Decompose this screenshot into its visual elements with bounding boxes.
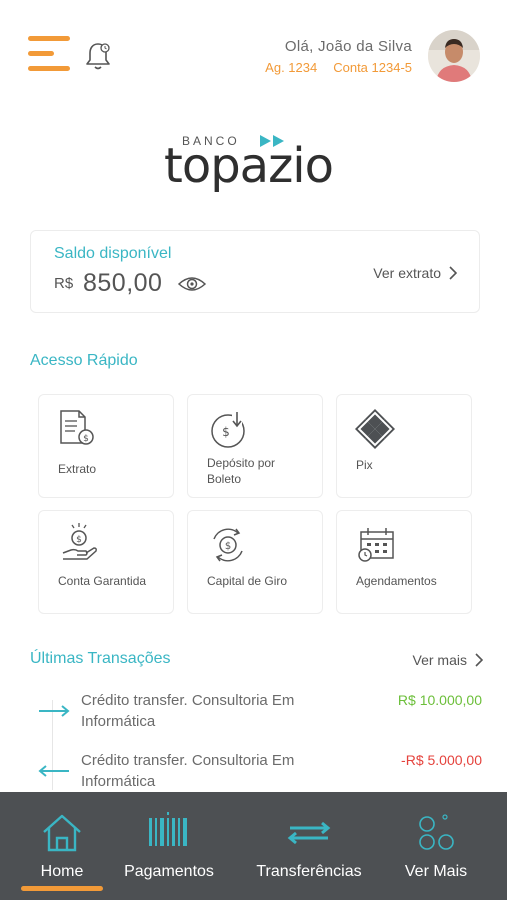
tile-label: Agendamentos	[356, 574, 437, 588]
transaction-amount: R$ 10.000,00	[397, 692, 482, 708]
balance-label: Saldo disponível	[54, 245, 172, 262]
notification-bell-icon[interactable]	[84, 40, 112, 72]
tile-label: Capital de Giro	[207, 574, 288, 588]
pix-icon	[355, 409, 395, 449]
transaction-description: Crédito transfer. Consultoria Em Informá…	[81, 752, 295, 790]
tile-label: Pix	[356, 458, 373, 472]
tile-label: Conta Garantida	[58, 574, 147, 588]
statement-icon: $	[60, 410, 94, 445]
nav-label: Ver Mais	[404, 863, 468, 880]
view-more-label: Ver mais	[412, 652, 467, 668]
nav-label: Pagamentos	[124, 863, 214, 880]
nav-home[interactable]: Home	[14, 792, 110, 900]
quick-access-working-capital[interactable]: $ Capital de Giro	[187, 510, 323, 614]
transactions-title: Últimas Transações	[30, 650, 171, 667]
nav-payments[interactable]: Pagamentos	[114, 792, 224, 900]
nav-more[interactable]: Ver Mais	[394, 792, 478, 900]
guaranteed-account-icon: $	[62, 523, 97, 560]
arrow-left-icon	[38, 765, 69, 777]
user-greeting: Olá, João da Silva	[284, 38, 412, 55]
quick-access-title: Acesso Rápido	[30, 352, 138, 369]
quick-access-guaranteed-account[interactable]: $ Conta Garantida	[38, 510, 174, 614]
transfer-icon	[287, 821, 331, 845]
nav-transfers[interactable]: Transferências	[246, 792, 372, 900]
logo-name-text: topazio	[164, 138, 334, 194]
svg-text:$: $	[222, 425, 230, 439]
bottom-navigation: Home Pagamentos Transferências Ver Mais	[0, 792, 507, 900]
balance-card: Saldo disponível R$ 850,00 Ver extrato	[30, 230, 480, 313]
user-photo	[428, 30, 480, 82]
quick-access-scheduling[interactable]: Agendamentos	[336, 510, 472, 614]
account-info: Ag. 1234 Conta 1234-5	[265, 60, 412, 75]
view-statement-link[interactable]: Ver extrato	[373, 265, 457, 281]
more-circles-icon	[419, 814, 454, 850]
app-header: Olá, João da Silva Ag. 1234 Conta 1234-5	[0, 0, 507, 100]
nav-label: Home	[40, 863, 84, 880]
view-statement-label: Ver extrato	[373, 265, 441, 281]
chevron-right-icon	[475, 653, 483, 667]
quick-access-deposit-boleto[interactable]: $ Depósito por Boleto	[187, 394, 323, 498]
balance-value: 850,00	[83, 269, 163, 297]
deposit-icon: $	[211, 411, 245, 448]
active-tab-indicator	[21, 886, 103, 891]
arrow-right-icon	[39, 705, 70, 717]
svg-text:$: $	[76, 535, 82, 545]
tile-label: Extrato	[58, 462, 97, 476]
account-number: Conta 1234-5	[333, 60, 412, 75]
tile-label: Depósito por Boleto	[207, 456, 276, 486]
transaction-amount: -R$ 5.000,00	[401, 752, 482, 768]
nav-label: Transferências	[256, 863, 362, 880]
transaction-description: Crédito transfer. Consultoria Em Informá…	[81, 692, 295, 730]
chevron-right-icon	[449, 266, 457, 280]
svg-text:$: $	[83, 434, 89, 444]
quick-access-pix[interactable]: Pix	[336, 394, 472, 498]
hamburger-menu-icon[interactable]	[28, 36, 70, 74]
avatar[interactable]	[428, 30, 480, 82]
balance-currency: R$	[54, 275, 74, 292]
bank-logo: BANCO topazio	[160, 128, 350, 198]
calendar-icon	[358, 528, 394, 562]
transaction-row[interactable]: Crédito transfer. Consultoria Em Informá…	[30, 690, 482, 740]
svg-text:$: $	[225, 541, 231, 552]
quick-access-statement[interactable]: $ Extrato	[38, 394, 174, 498]
view-more-transactions-link[interactable]: Ver mais	[413, 652, 483, 668]
home-icon	[43, 814, 81, 852]
agency-number: Ag. 1234	[265, 60, 318, 75]
working-capital-icon: $	[213, 528, 243, 562]
barcode-icon	[149, 812, 187, 846]
eye-icon[interactable]	[178, 275, 206, 293]
